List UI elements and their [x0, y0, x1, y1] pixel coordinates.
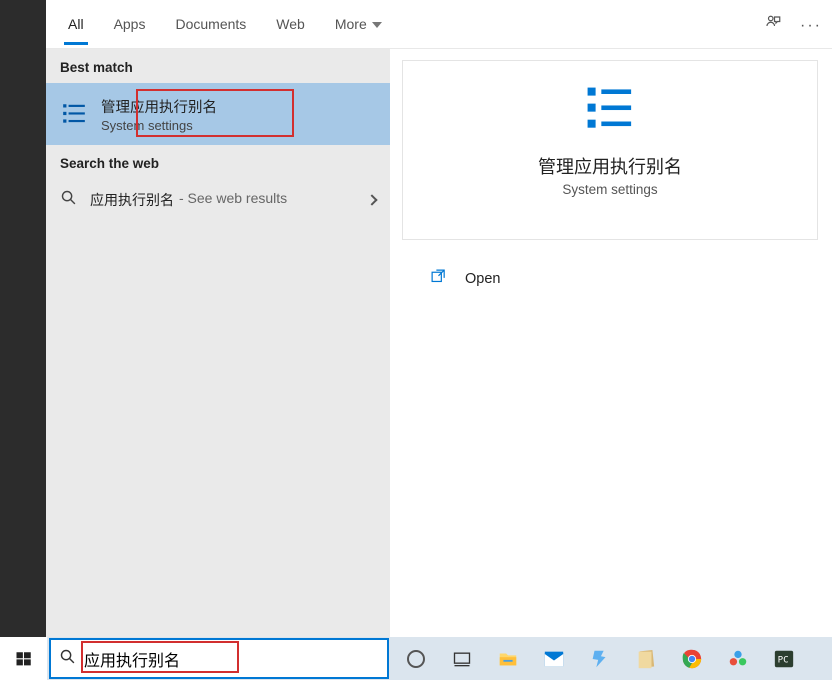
preview-title: 管理应用执行别名	[538, 153, 682, 179]
search-icon	[60, 189, 77, 211]
open-label: Open	[465, 271, 500, 287]
start-button[interactable]	[0, 637, 47, 680]
taskbar-icons: PC	[404, 647, 796, 671]
terminal-icon[interactable]: PC	[772, 647, 796, 671]
tab-documents[interactable]: Documents	[171, 3, 250, 45]
web-query: 应用执行别名	[90, 190, 174, 210]
tab-apps[interactable]: Apps	[110, 3, 150, 45]
chrome-icon[interactable]	[680, 647, 704, 671]
chevron-right-icon	[366, 194, 377, 205]
open-action[interactable]: Open	[402, 254, 818, 304]
file-explorer-icon[interactable]	[496, 647, 520, 671]
tab-all[interactable]: All	[64, 3, 88, 45]
preview-panel: 管理应用执行别名 System settings	[402, 60, 818, 240]
preview-list-icon	[583, 83, 638, 143]
section-search-web: Search the web	[46, 145, 390, 179]
search-input[interactable]	[84, 650, 381, 668]
more-options-icon[interactable]: ···	[800, 17, 822, 35]
mail-icon[interactable]	[542, 647, 566, 671]
app-icon[interactable]	[726, 647, 750, 671]
search-results-panel: All Apps Documents Web More ··· Best mat…	[46, 0, 390, 637]
tab-web[interactable]: Web	[272, 3, 309, 45]
tab-more[interactable]: More	[331, 3, 386, 45]
result-subtitle: System settings	[101, 118, 217, 133]
chevron-down-icon	[372, 22, 382, 28]
feedback-icon[interactable]	[764, 14, 782, 37]
preview-subtitle: System settings	[562, 182, 657, 197]
notes-icon[interactable]	[634, 647, 658, 671]
taskbar-search-box[interactable]	[49, 638, 389, 679]
left-dark-strip	[0, 0, 46, 637]
search-icon	[59, 648, 76, 670]
result-title: 管理应用执行别名	[101, 96, 217, 117]
tab-more-label: More	[335, 16, 367, 32]
section-best-match: Best match	[46, 49, 390, 83]
svg-text:PC: PC	[778, 654, 789, 665]
taskbar: PC	[0, 637, 832, 680]
settings-list-icon	[60, 100, 88, 128]
thunder-icon[interactable]	[588, 647, 612, 671]
web-suffix: - See web results	[179, 190, 287, 210]
top-tabs: All Apps Documents Web More ···	[46, 0, 832, 49]
result-best-match[interactable]: 管理应用执行别名 System settings	[46, 83, 390, 145]
taskview-icon[interactable]	[450, 647, 474, 671]
cortana-icon[interactable]	[404, 647, 428, 671]
web-result[interactable]: 应用执行别名 - See web results	[46, 179, 390, 221]
windows-logo-icon	[15, 650, 33, 668]
open-icon	[430, 268, 447, 290]
